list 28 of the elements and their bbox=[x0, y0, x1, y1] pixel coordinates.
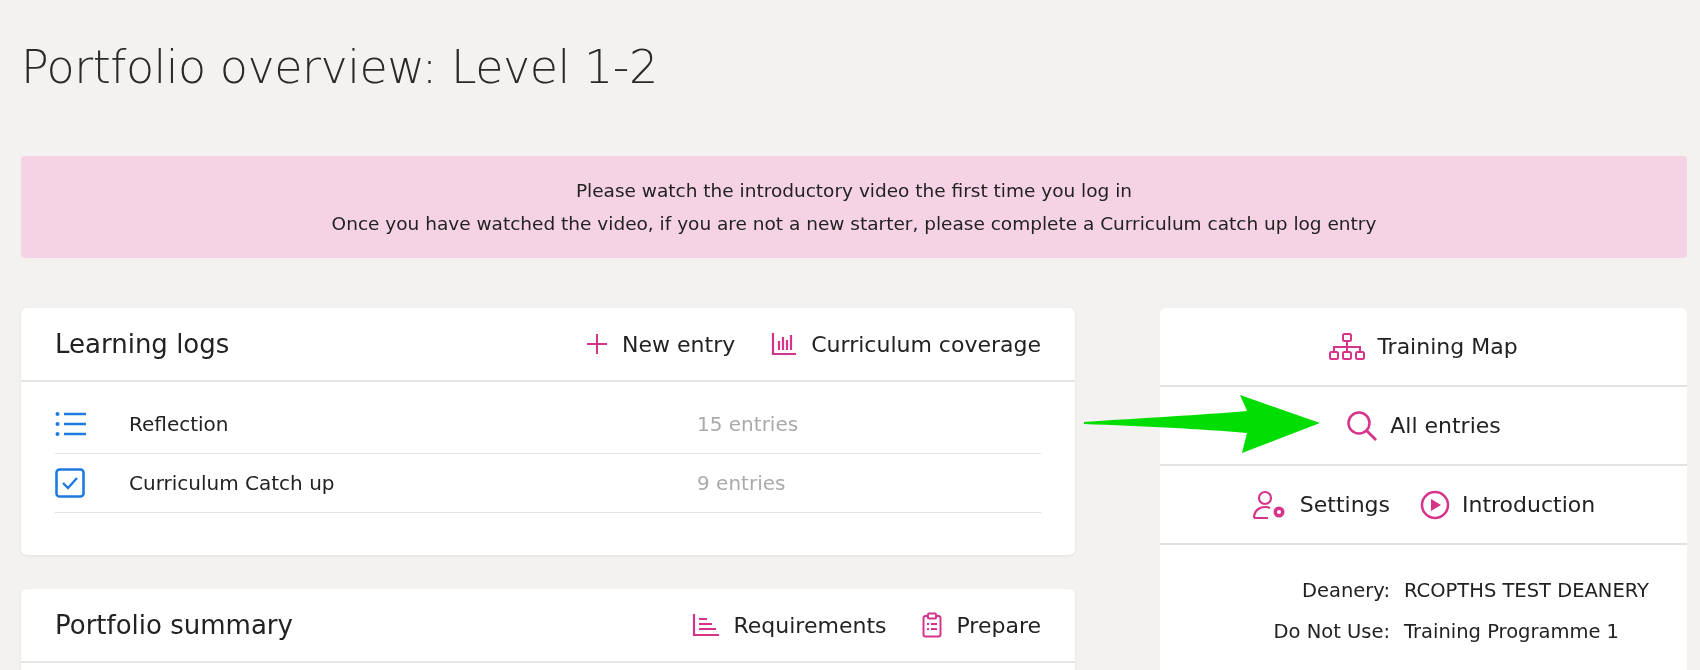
bar-chart-icon bbox=[771, 332, 798, 356]
card-title: Learning logs bbox=[55, 329, 230, 359]
panel-link[interactable]: Introduction bbox=[1420, 489, 1596, 520]
notice-text: Once you have watched the video, if you are not a new starter, please complete a Curriculum catch up log entry bbox=[330, 212, 1378, 236]
list-icon bbox=[55, 411, 87, 437]
panel-link[interactable]: Settings bbox=[1251, 489, 1390, 520]
play-icon bbox=[1420, 489, 1450, 520]
page-title: Portfolio overview: Level 1-2 bbox=[21, 39, 659, 96]
card-action-link[interactable]: Prepare bbox=[922, 612, 1041, 638]
panel-link[interactable]: All entries bbox=[1346, 409, 1501, 442]
checkbox-icon bbox=[55, 468, 85, 498]
card-title: Portfolio summary bbox=[55, 610, 293, 640]
card-action-link[interactable]: Requirements bbox=[691, 612, 887, 638]
detail-label: Do Not Use: bbox=[1272, 619, 1390, 645]
detail-value: RCOPTHS TEST DEANERY bbox=[1404, 578, 1650, 604]
card-action-link[interactable]: Curriculum coverage bbox=[771, 331, 1041, 357]
card-action-link[interactable]: New entry bbox=[586, 331, 736, 357]
hierarchy-icon bbox=[1329, 332, 1366, 361]
detail-label: Deanery: bbox=[1300, 578, 1390, 604]
bar-chart-icon bbox=[691, 613, 720, 637]
clipboard-icon bbox=[922, 612, 943, 638]
plus-icon bbox=[586, 333, 609, 355]
log-row[interactable]: Reflection 15 entries bbox=[55, 395, 1041, 454]
detail-value: Training Programme 1 bbox=[1404, 619, 1620, 645]
search-icon bbox=[1346, 409, 1379, 442]
panel-link[interactable]: Training Map bbox=[1329, 332, 1518, 361]
notice-text: Please watch the introductory video the first time you log in bbox=[574, 179, 1134, 203]
log-row[interactable]: Curriculum Catch up 9 entries bbox=[55, 454, 1041, 513]
